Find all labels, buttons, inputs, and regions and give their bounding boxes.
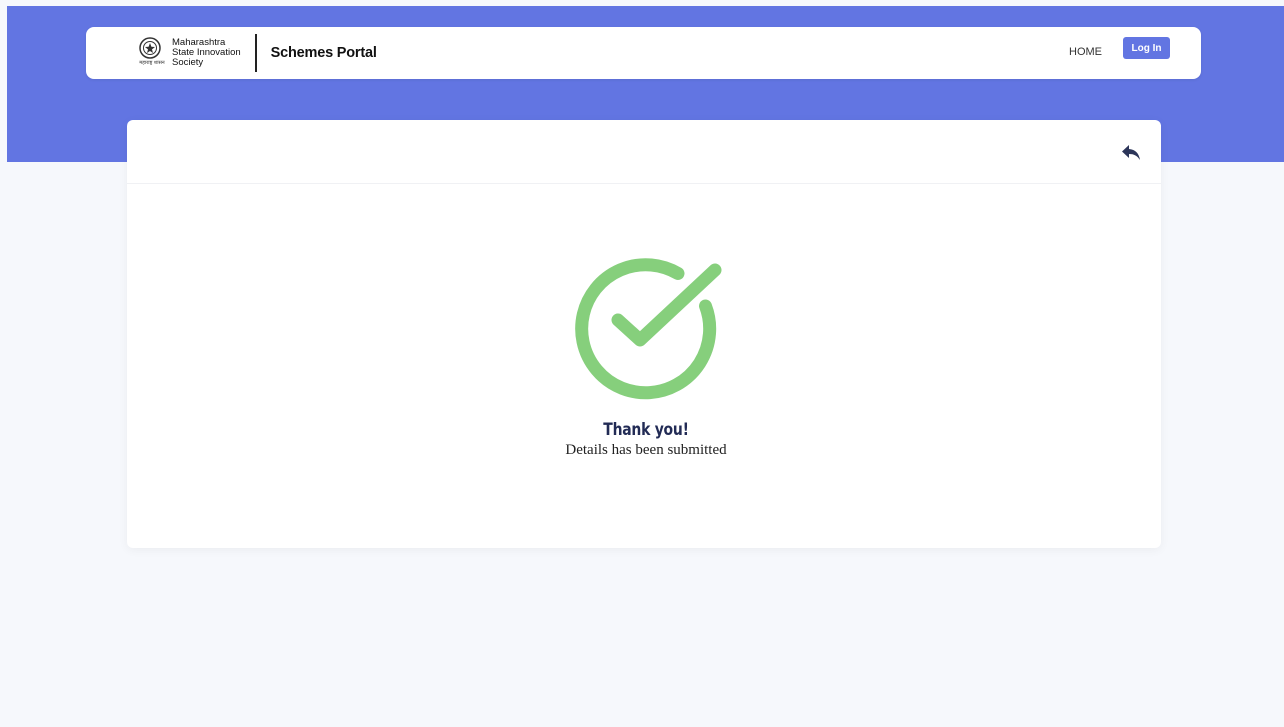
emblem-script: महाराष्ट्र शासन bbox=[139, 60, 165, 66]
portal-title: Schemes Portal bbox=[270, 45, 377, 61]
emblem-icon bbox=[139, 37, 161, 59]
back-button[interactable] bbox=[1119, 140, 1143, 164]
card-header bbox=[127, 120, 1161, 184]
submission-message: Details has been submitted bbox=[565, 442, 727, 458]
org-name-line3: Society bbox=[172, 57, 204, 68]
navbar: महाराष्ट्र शासन Maharashtra State Innova… bbox=[86, 27, 1201, 79]
org-name: Maharashtra State Innovation Society bbox=[172, 38, 241, 68]
thank-you-heading: Thank you! bbox=[603, 420, 689, 440]
nav-home-link[interactable]: HOME bbox=[1069, 46, 1102, 58]
brand[interactable]: महाराष्ट्र शासन Maharashtra State Innova… bbox=[132, 34, 377, 72]
check-circle-icon bbox=[575, 258, 722, 400]
brand-divider bbox=[254, 34, 257, 72]
state-emblem: महाराष्ट्र शासन bbox=[132, 35, 168, 71]
reply-arrow-icon bbox=[1122, 145, 1140, 160]
login-button[interactable]: Log In bbox=[1123, 37, 1170, 59]
confirmation-card: Thank you! Details has been submitted bbox=[127, 120, 1161, 548]
